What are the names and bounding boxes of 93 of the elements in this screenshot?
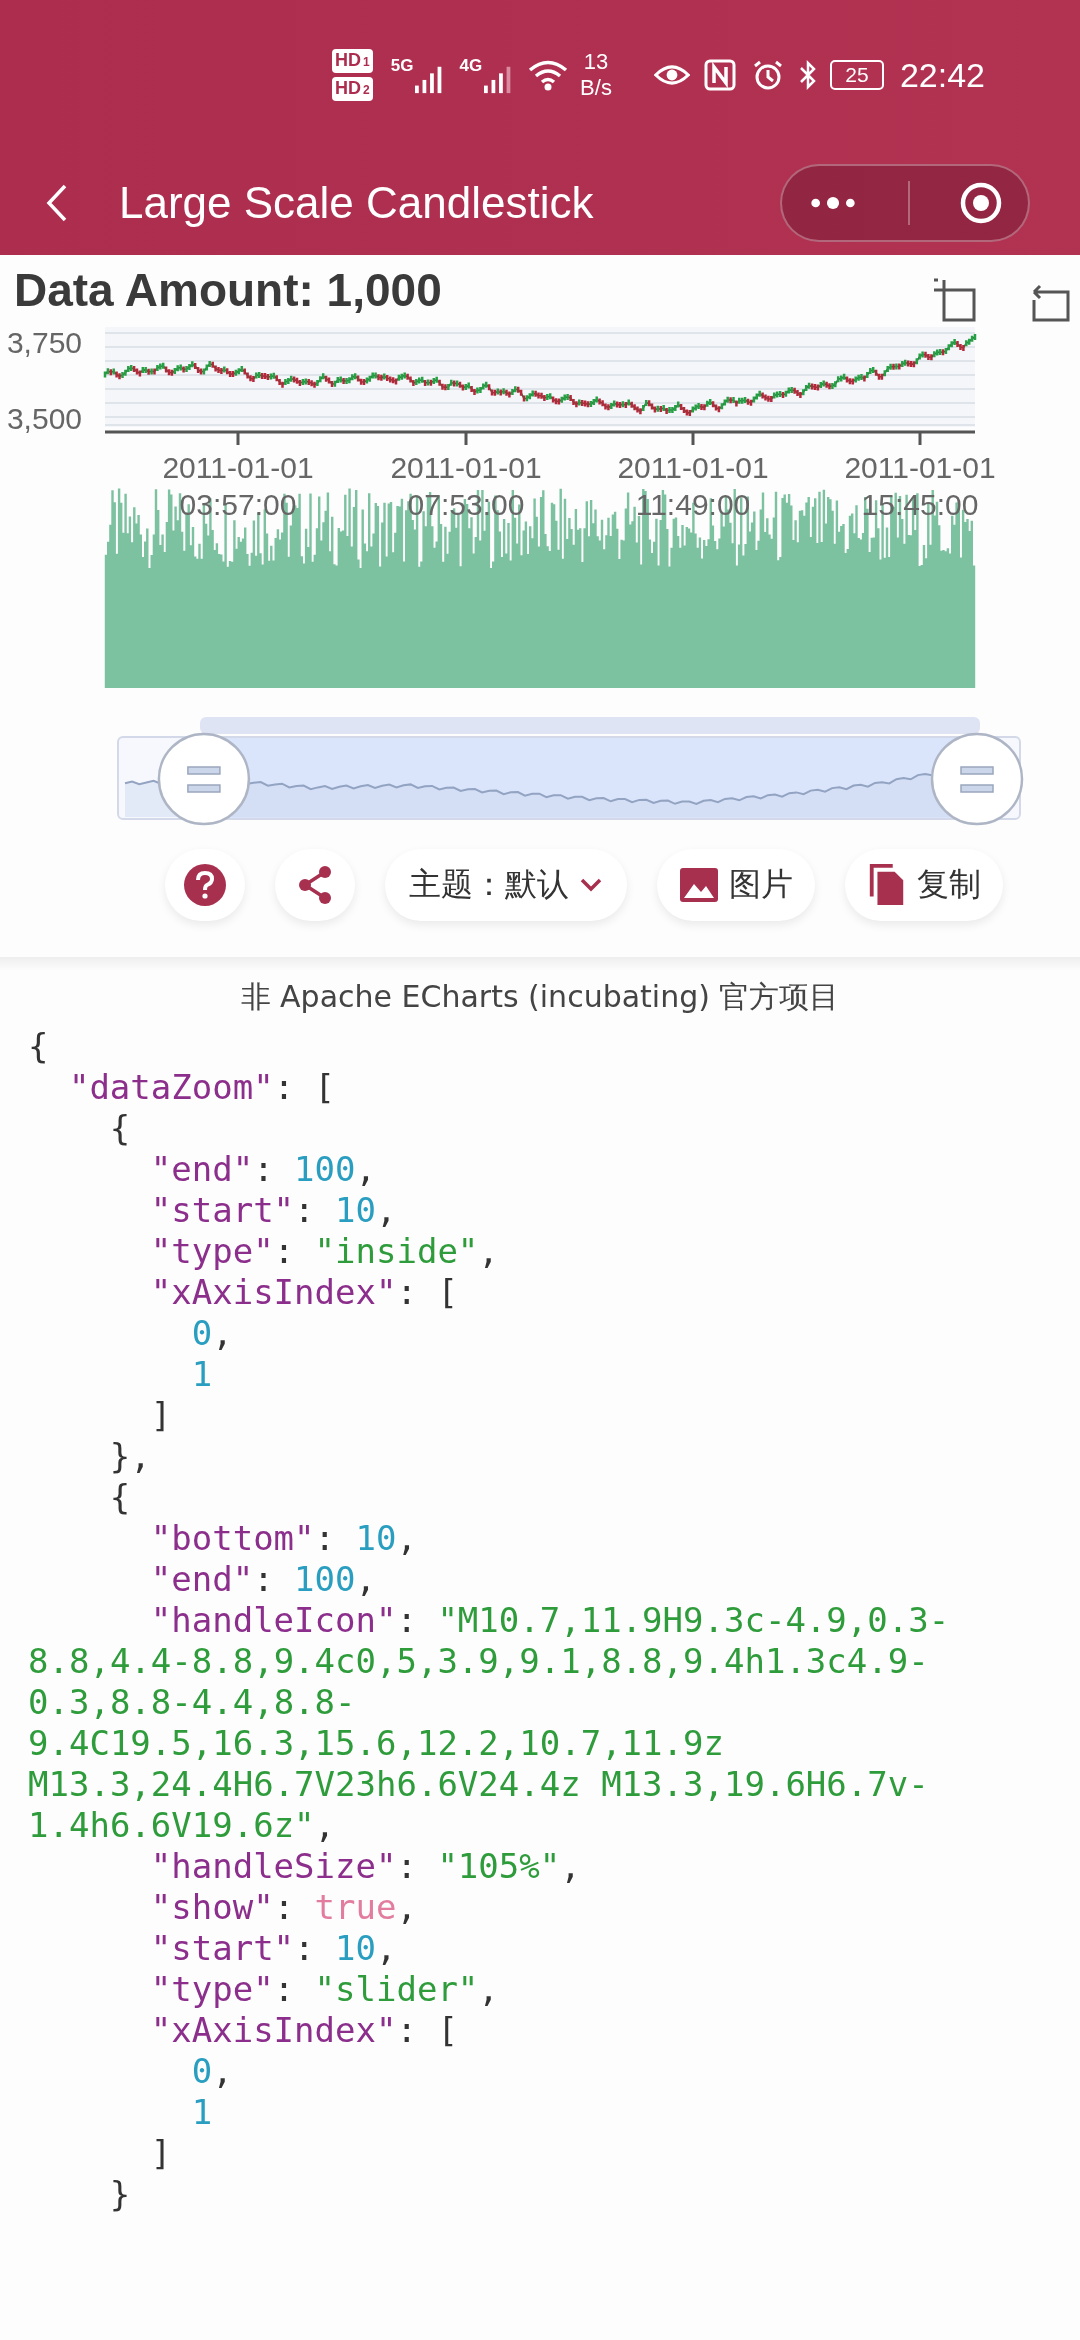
code-token: :	[314, 1518, 337, 1558]
code-token: ,	[355, 1559, 376, 1599]
code-token: : [	[273, 1067, 336, 1107]
battery-icon: 25	[829, 60, 884, 90]
axis-label: 3,500	[6, 402, 82, 435]
code-token: "type"	[150, 1969, 274, 2009]
code-token: ,	[376, 1190, 397, 1230]
network-speed: 13	[583, 49, 609, 75]
code-token: true	[314, 1887, 397, 1927]
code-token: {	[28, 1026, 49, 1066]
code-token: "handleIcon"	[150, 1600, 397, 1640]
code-token: ]	[150, 1395, 172, 1435]
code-token: "inside"	[314, 1231, 479, 1271]
code-token: "M10.7,11.9H9.3c-4.9,0.3-	[437, 1600, 950, 1640]
code-token: :	[253, 1559, 275, 1599]
code-token: "105%"	[437, 1846, 561, 1886]
slider-handle[interactable]	[930, 732, 1024, 826]
back-icon[interactable]	[45, 182, 69, 223]
code-token: :	[396, 1600, 418, 1640]
notice-text: 非 Apache ECharts (incubating) 官方项目	[239, 978, 841, 1016]
code-token: "end"	[150, 1149, 254, 1189]
code-token: ,	[396, 1887, 417, 1927]
code-token: 100	[294, 1149, 356, 1189]
copy-button[interactable]: 复制	[845, 849, 1003, 921]
code-token: ,	[212, 1313, 233, 1353]
wifi-icon	[528, 59, 569, 91]
network-label: 4G	[459, 56, 483, 76]
code-token: : [	[396, 1272, 458, 1312]
help-icon	[183, 863, 227, 907]
code-token: "dataZoom"	[68, 1067, 274, 1107]
code-token: ,	[212, 2051, 233, 2091]
axis-label: 2011-01-01	[617, 451, 769, 484]
code-token: "end"	[150, 1559, 254, 1599]
code-token: 10	[355, 1518, 397, 1558]
code-token: ]	[150, 2133, 172, 2173]
code-token: 10	[335, 1190, 376, 1230]
code-token: "xAxisIndex"	[150, 2010, 397, 2050]
code-token: 0	[191, 1313, 213, 1353]
bluetooth-icon	[797, 59, 818, 91]
code-token: "show"	[150, 1887, 274, 1927]
axis-label: 2011-01-01	[162, 451, 314, 484]
code-token: ,	[376, 1928, 397, 1968]
code-token: "type"	[150, 1231, 274, 1271]
code-token: :	[253, 1149, 275, 1189]
code-token: }	[109, 2174, 131, 2214]
code-token: :	[273, 1887, 296, 1927]
chart-title: Data Amount: 1,000	[14, 263, 442, 317]
code-token: 8.8,4.4-8.8,9.4c0,5,3.9,9.1,8.8,9.4h1.3c4.9-	[28, 1641, 929, 1681]
code-token: : [	[396, 2010, 458, 2050]
code-token: ,	[478, 1969, 499, 2009]
code-token: ,	[355, 1149, 376, 1189]
range-slider[interactable]	[117, 732, 1024, 826]
code-token: ,	[396, 1518, 417, 1558]
code-token: :	[273, 1969, 296, 2009]
code-token: 0	[191, 2051, 213, 2091]
code-token: {	[109, 1477, 131, 1517]
clock-time: 22:42	[899, 55, 985, 95]
code-token: "start"	[150, 1190, 295, 1230]
caret-icon	[579, 877, 603, 893]
zoom-icon[interactable]	[932, 278, 976, 322]
theme-dropdown[interactable]: 主题：默认	[385, 849, 627, 921]
code-token: ,	[314, 1805, 336, 1845]
code-token: "slider"	[314, 1969, 479, 2009]
axis-label: 3,750	[6, 326, 82, 359]
code-token: "bottom"	[150, 1518, 315, 1558]
code-token: "start"	[150, 1928, 295, 1968]
code-token: 9.4C19.5,16.3,15.6,12.2,10.7,11.9z	[28, 1723, 724, 1763]
code-token: 1	[191, 2092, 213, 2132]
slider-handle[interactable]	[157, 732, 251, 826]
code-token: },	[109, 1436, 151, 1476]
code-token: :	[273, 1231, 296, 1271]
code-token: {	[109, 1108, 131, 1148]
axis-label: 2011-01-01	[844, 451, 996, 484]
slider-drag-bar[interactable]	[200, 717, 980, 734]
network-label: 5G	[390, 56, 414, 76]
code-token: :	[396, 1846, 418, 1886]
page-title: Large Scale Candlestick	[119, 177, 595, 228]
code-token: :	[294, 1190, 316, 1230]
code-token: M13.3,24.4H6.7V23h6.6V24.4z M13.3,19.6H6.7v-	[28, 1764, 929, 1804]
code-token: 0.3,8.8-4.4,8.8-	[28, 1682, 356, 1722]
code-token: :	[294, 1928, 316, 1968]
code-token: ,	[560, 1846, 581, 1886]
code-token: 1.4h6.6V19.6z"	[28, 1805, 315, 1845]
speed-unit: B/s	[580, 75, 612, 101]
axis-label: 2011-01-01	[390, 451, 542, 484]
code-token: 10	[335, 1928, 376, 1968]
code-token: ,	[478, 1231, 499, 1271]
code-token: "xAxisIndex"	[150, 1272, 397, 1312]
image-button[interactable]: 图片	[657, 849, 815, 921]
code-token: 1	[191, 1354, 213, 1394]
code-token: "handleSize"	[150, 1846, 397, 1886]
close-icon[interactable]	[959, 180, 1004, 225]
code-token: 100	[294, 1559, 356, 1599]
